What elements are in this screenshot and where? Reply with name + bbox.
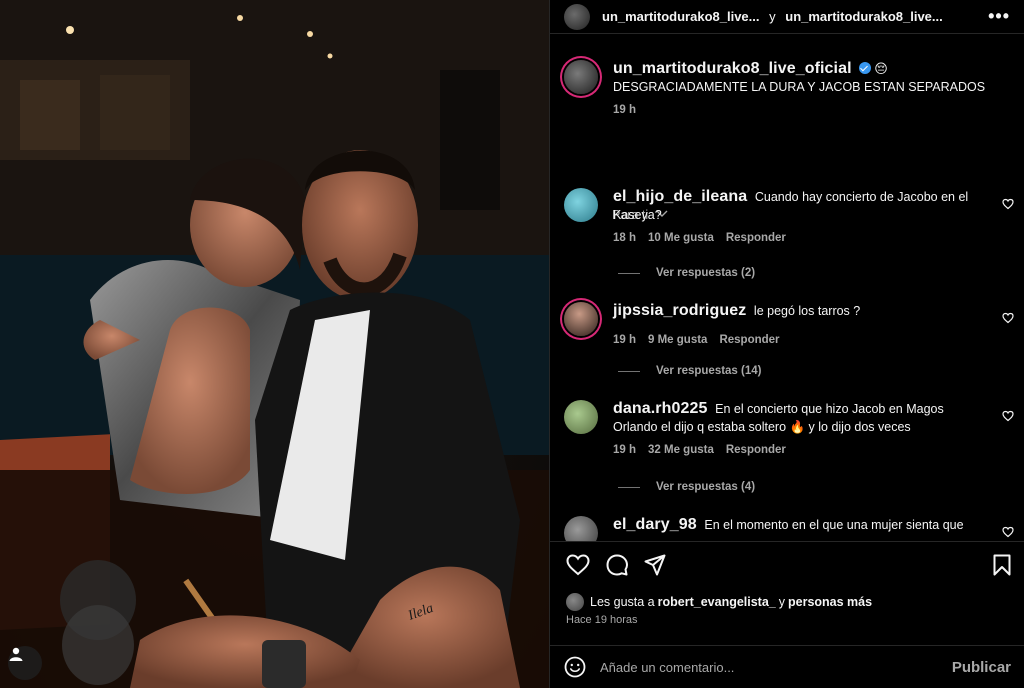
comment-text: le pegó los tarros ? xyxy=(753,304,861,318)
comment-username[interactable]: el_dary_98 xyxy=(613,516,697,533)
post-caption: un_martitodurako8_live_oficial 😔 DESGRAC… xyxy=(564,60,1014,116)
comment-likes[interactable]: 9 Me gusta xyxy=(648,334,707,346)
comment-likes[interactable]: 10 Me gusta xyxy=(648,232,714,244)
likes-others[interactable]: personas más xyxy=(788,595,872,609)
view-replies-label: Ver respuestas (2) xyxy=(656,267,756,279)
likes-summary: Les gusta a robert_evangelista_ y person… xyxy=(566,593,875,611)
comment-time[interactable]: 19 h xyxy=(613,334,636,346)
comment-avatar[interactable] xyxy=(564,400,598,434)
view-replies-button[interactable]: Ver respuestas (4) xyxy=(618,481,755,493)
like-heart-icon[interactable] xyxy=(566,554,590,576)
like-comment-icon[interactable] xyxy=(1002,198,1014,210)
liker-username[interactable]: robert_evangelista_ xyxy=(658,595,776,609)
authors-connector: y xyxy=(769,9,776,24)
coauthor-username[interactable]: un_martitodurako8_live... xyxy=(785,9,943,24)
comment-input[interactable]: Añade un comentario... xyxy=(600,660,952,675)
post-photo: Ilela xyxy=(0,0,549,688)
post-actions-bar xyxy=(550,541,1024,585)
verified-badge-icon xyxy=(858,62,871,74)
comment-item: dana.rh0225 En el concierto que hizo Jac… xyxy=(564,400,1014,456)
caption-emoji: 😔 xyxy=(874,61,888,76)
reply-button[interactable]: Responder xyxy=(719,334,779,346)
like-comment-icon[interactable] xyxy=(1002,312,1014,324)
view-replies-label: Ver respuestas (14) xyxy=(656,365,762,377)
post-image: Ilela xyxy=(0,0,549,688)
reply-button[interactable]: Responder xyxy=(726,232,786,244)
caption-text: DESGRACIADAMENTE LA DURA Y JACOB ESTAN S… xyxy=(613,80,986,94)
view-replies-button[interactable]: Ver respuestas (14) xyxy=(618,365,761,377)
comment-username[interactable]: jipssia_rodriguez xyxy=(613,302,746,319)
caption-username[interactable]: un_martitodurako8_live_oficial xyxy=(613,60,852,77)
comment-username[interactable]: dana.rh0225 xyxy=(613,400,707,417)
replies-divider xyxy=(618,370,640,372)
comment-username[interactable]: el_hijo_de_ileana xyxy=(613,188,747,205)
comment-item: el_dary_98 En el momento en el que una m… xyxy=(564,516,1014,541)
liker-avatar[interactable] xyxy=(566,593,584,611)
save-bookmark-icon[interactable] xyxy=(993,554,1011,576)
author-username[interactable]: un_martitodurako8_live... xyxy=(602,9,760,24)
comments-list[interactable]: un_martitodurako8_live_oficial 😔 DESGRAC… xyxy=(550,48,1024,541)
user-tag-icon xyxy=(9,647,23,661)
like-comment-icon[interactable] xyxy=(1002,410,1014,422)
collab-authors: un_martitodurako8_live... y un_martitodu… xyxy=(602,9,988,24)
post-side-panel: un_martitodurako8_live... y un_martitodu… xyxy=(549,0,1024,688)
tagged-users-button[interactable] xyxy=(8,646,42,680)
comment-likes[interactable]: 32 Me gusta xyxy=(648,444,714,456)
replies-divider xyxy=(618,486,640,488)
likes-prefix: Les gusta a xyxy=(590,595,655,609)
caption-avatar[interactable] xyxy=(564,60,598,94)
comment-text: En el momento en el que una mujer sienta… xyxy=(704,518,964,532)
comment-bubble-icon[interactable] xyxy=(606,554,628,576)
post-header: un_martitodurako8_live... y un_martitodu… xyxy=(550,0,1024,34)
comment-time[interactable]: 19 h xyxy=(613,444,636,456)
like-comment-icon[interactable] xyxy=(1002,526,1014,538)
more-options-icon[interactable]: ••• xyxy=(988,6,1010,27)
likes-connector: y xyxy=(778,595,785,609)
post-timestamp[interactable]: Hace 19 horas xyxy=(566,614,638,626)
view-replies-label: Ver respuestas (4) xyxy=(656,481,756,493)
reply-button[interactable]: Responder xyxy=(726,444,786,456)
caption-time[interactable]: 19 h xyxy=(613,104,636,116)
comment-item: el_hijo_de_ileana Cuando hay concierto d… xyxy=(564,188,1014,244)
share-send-icon[interactable] xyxy=(644,554,666,576)
view-replies-button[interactable]: Ver respuestas (2) xyxy=(618,267,755,279)
comment-avatar[interactable] xyxy=(564,516,598,541)
comment-avatar[interactable] xyxy=(564,302,598,336)
publish-button[interactable]: Publicar xyxy=(952,659,1011,676)
comment-avatar[interactable] xyxy=(564,188,598,222)
comment-composer: Añade un comentario... Publicar xyxy=(550,645,1024,688)
replies-divider xyxy=(618,272,640,274)
comment-item: jipssia_rodriguez le pegó los tarros ? 1… xyxy=(564,302,1014,346)
emoji-picker-icon[interactable] xyxy=(564,656,586,678)
author-avatar[interactable] xyxy=(564,3,590,30)
comment-time[interactable]: 18 h xyxy=(613,232,636,244)
